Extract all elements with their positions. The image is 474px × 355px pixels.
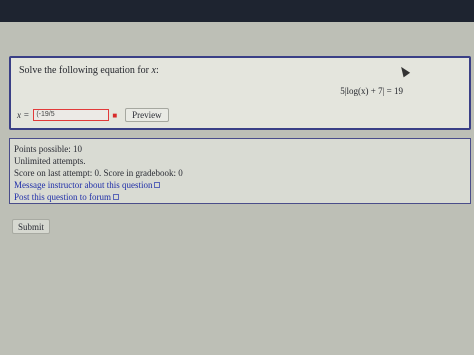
answer-label: x = — [17, 110, 30, 120]
score-info: Score on last attempt: 0. Score in grade… — [14, 168, 183, 178]
answer-input[interactable] — [33, 109, 110, 121]
message-instructor-row: Message instructor about this question — [14, 179, 466, 191]
attempts-info: Unlimited attempts. — [14, 156, 86, 166]
equation: 5|log(x) + 7| = 19 — [340, 86, 403, 96]
answer-row: x = ■ Preview — [17, 107, 169, 123]
external-link-icon[interactable] — [154, 182, 161, 188]
browser-top-bar — [0, 0, 474, 22]
preview-button[interactable]: Preview — [125, 108, 169, 122]
message-instructor-link[interactable]: Message instructor about this question — [14, 180, 152, 190]
external-link-icon[interactable] — [113, 194, 120, 200]
post-forum-row: Post this question to forum — [14, 191, 466, 203]
points-possible: Points possible: 10 — [14, 144, 83, 154]
error-icon: ■ — [112, 110, 118, 120]
prompt-colon: : — [155, 65, 159, 76]
post-forum-link[interactable]: Post this question to forum — [14, 192, 111, 202]
prompt-text: Solve the following equation for — [19, 65, 149, 76]
question-info-panel: Points possible: 10 Unlimited attempts. … — [9, 138, 471, 204]
question-prompt: Solve the following equation for x: — [19, 65, 159, 76]
submit-button[interactable]: Submit — [12, 219, 51, 234]
